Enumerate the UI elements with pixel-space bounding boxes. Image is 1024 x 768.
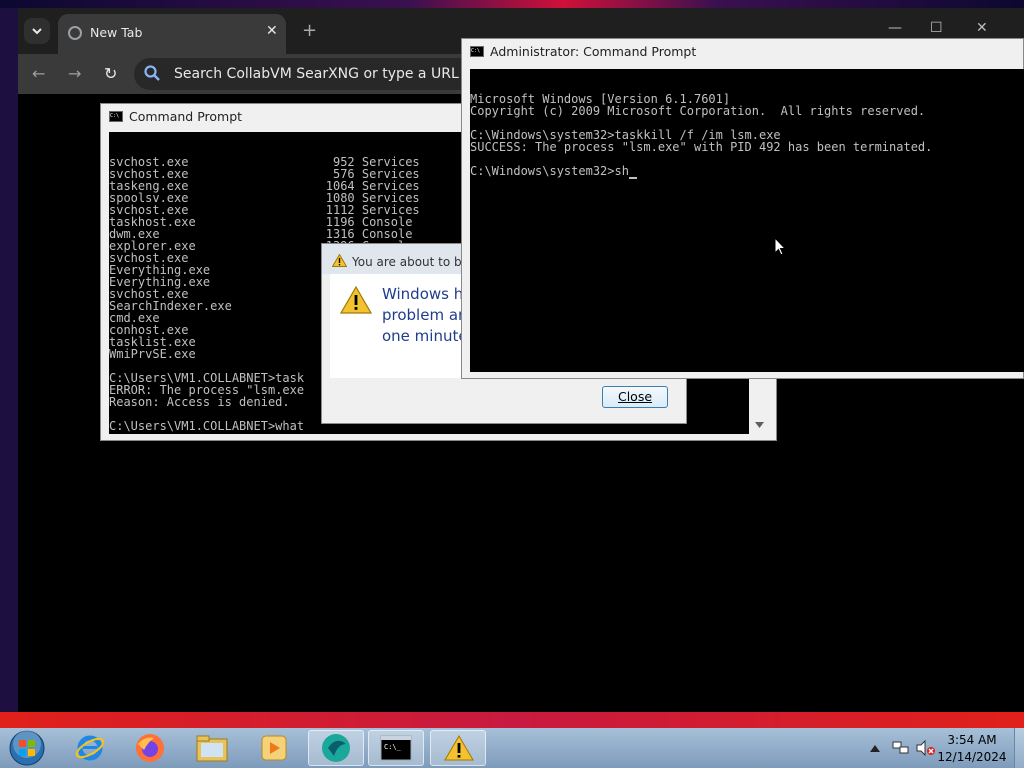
tab-search-button[interactable] xyxy=(24,18,50,44)
reload-button[interactable]: ↻ xyxy=(104,64,117,83)
desktop-background-bottom xyxy=(0,712,1024,728)
volume-muted-icon[interactable] xyxy=(916,740,936,756)
network-icon[interactable] xyxy=(892,740,910,756)
minimize-button[interactable]: — xyxy=(888,20,902,36)
forward-button[interactable]: → xyxy=(68,64,81,83)
tab-close-button[interactable]: ✕ xyxy=(266,23,278,39)
console-line: Copyright (c) 2009 Microsoft Corporation… xyxy=(470,104,926,118)
admin-command-prompt-titlebar[interactable]: C:\ Administrator: Command Prompt xyxy=(462,39,1023,65)
dialog-title: You are about to be l xyxy=(352,255,477,269)
command-prompt-icon: C:\ xyxy=(470,46,484,57)
taskbar-file-explorer[interactable] xyxy=(184,730,240,766)
address-placeholder: Search CollabVM SearXNG or type a URL xyxy=(174,66,459,82)
tab-new-tab[interactable]: New Tab ✕ xyxy=(58,14,286,54)
chevron-down-icon xyxy=(32,28,42,35)
close-button[interactable]: Close xyxy=(602,386,668,408)
taskbar-internet-explorer[interactable] xyxy=(62,730,118,766)
admin-command-prompt-window[interactable]: C:\ Administrator: Command Prompt Micros… xyxy=(461,38,1024,379)
show-hidden-icons-icon[interactable] xyxy=(870,744,880,752)
start-button[interactable] xyxy=(0,730,56,766)
desktop-background xyxy=(0,0,1024,8)
taskbar: C:\_ 3:54 AM 12/14/2024 xyxy=(0,728,1024,768)
app-icon xyxy=(322,734,350,762)
warning-icon xyxy=(444,735,474,761)
search-icon xyxy=(144,65,160,81)
admin-command-prompt-console[interactable]: Microsoft Windows [Version 6.1.7601] Copy… xyxy=(470,69,1024,372)
console-line: SUCCESS: The process "lsm.exe" with PID … xyxy=(470,140,933,154)
command-prompt-icon: C:\ xyxy=(109,111,123,122)
taskbar-warning-dialog[interactable] xyxy=(430,730,486,766)
internet-explorer-icon xyxy=(75,735,105,761)
show-desktop-button[interactable] xyxy=(1014,728,1024,768)
text-cursor xyxy=(628,165,637,179)
svg-text:C:\_: C:\_ xyxy=(384,743,402,751)
file-explorer-icon xyxy=(196,735,228,762)
close-window-button[interactable]: ✕ xyxy=(976,20,988,36)
media-player-icon xyxy=(261,735,287,761)
maximize-button[interactable]: ☐ xyxy=(930,20,943,36)
taskbar-firefox[interactable] xyxy=(122,730,178,766)
new-tab-button[interactable]: + xyxy=(302,20,317,41)
command-prompt-icon: C:\_ xyxy=(380,735,412,761)
clock-date[interactable]: 12/14/2024 xyxy=(936,750,1008,764)
taskbar-media-player[interactable] xyxy=(246,730,302,766)
admin-command-prompt-title: Administrator: Command Prompt xyxy=(490,44,697,59)
taskbar-app[interactable] xyxy=(308,730,364,766)
command-prompt-title: Command Prompt xyxy=(129,109,243,124)
firefox-icon xyxy=(136,734,164,762)
taskbar-command-prompt[interactable]: C:\_ xyxy=(368,730,424,766)
scroll-down-arrow-icon[interactable] xyxy=(755,422,764,428)
back-button[interactable]: ← xyxy=(32,64,45,83)
tab-title: New Tab xyxy=(90,25,143,40)
warning-large-icon xyxy=(340,286,372,314)
console-line: C:\Windows\system32>sh xyxy=(470,165,1024,179)
clock-time[interactable]: 3:54 AM xyxy=(936,733,1008,747)
mouse-pointer-icon xyxy=(774,237,786,256)
console-output: Microsoft Windows [Version 6.1.7601] Copy… xyxy=(470,93,1024,179)
globe-icon xyxy=(68,26,82,40)
start-orb-icon xyxy=(9,730,45,766)
warning-icon xyxy=(332,254,347,267)
